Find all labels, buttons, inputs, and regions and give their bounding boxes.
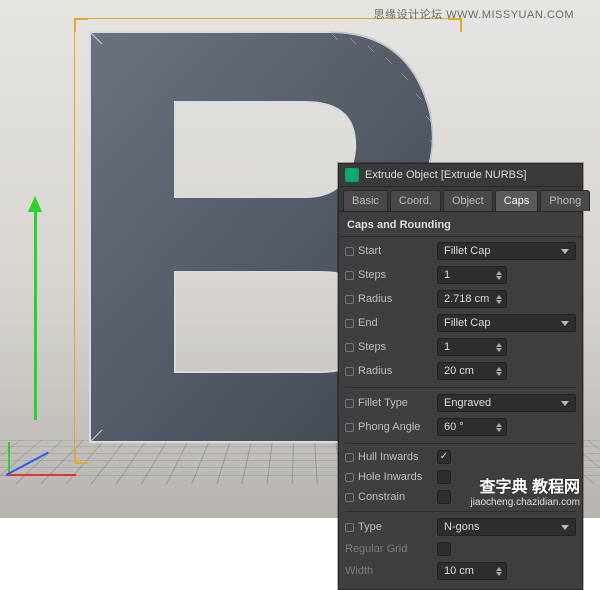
label-hole-inwards: Hole Inwards: [345, 471, 431, 483]
select-type[interactable]: N-gons: [437, 518, 576, 536]
label-steps1: Steps: [345, 269, 431, 281]
label-phong-angle: Phong Angle: [345, 421, 431, 433]
label-hull-inwards: Hull Inwards: [345, 451, 431, 463]
checkbox-regular-grid[interactable]: [437, 542, 451, 556]
label-steps2: Steps: [345, 341, 431, 353]
label-start: Start: [345, 245, 431, 257]
chevron-down-icon: [561, 321, 569, 326]
axis-y-arrow-icon: [34, 210, 37, 420]
chevron-down-icon: [561, 525, 569, 530]
label-fillet-type: Fillet Type: [345, 397, 431, 409]
checkbox-constrain[interactable]: [437, 490, 451, 504]
watermark-bottom: 查字典 教程网 jiaocheng.chazidian.com: [470, 473, 580, 508]
label-regular-grid: Regular Grid: [345, 543, 431, 555]
selection-bbox: [74, 32, 75, 450]
input-radius2[interactable]: 20 cm: [437, 362, 507, 380]
select-end[interactable]: Fillet Cap: [437, 314, 576, 332]
input-steps2[interactable]: 1: [437, 338, 507, 356]
tab-caps[interactable]: Caps: [495, 190, 539, 211]
input-radius1[interactable]: 2.718 cm: [437, 290, 507, 308]
section-title: Caps and Rounding: [339, 212, 582, 237]
watermark-top: 思缘设计论坛 WWW.MISSYUAN.COM: [374, 6, 574, 22]
label-radius2: Radius: [345, 365, 431, 377]
panel-title: Extrude Object [Extrude NURBS]: [365, 169, 526, 181]
checkbox-hull-inwards[interactable]: [437, 450, 451, 464]
select-fillet-type[interactable]: Engraved: [437, 394, 576, 412]
input-phong-angle[interactable]: 60 °: [437, 418, 507, 436]
label-end: End: [345, 317, 431, 329]
input-steps1[interactable]: 1: [437, 266, 507, 284]
input-width[interactable]: 10 cm: [437, 562, 507, 580]
tabs: Basic Coord. Object Caps Phong: [339, 187, 582, 212]
tab-coord[interactable]: Coord.: [390, 190, 441, 211]
extrude-object-icon: [345, 168, 359, 182]
label-radius1: Radius: [345, 293, 431, 305]
selection-corner-icon: [74, 450, 88, 464]
label-type: Type: [345, 521, 431, 533]
attributes-panel: Extrude Object [Extrude NURBS] Basic Coo…: [338, 163, 583, 590]
tab-object[interactable]: Object: [443, 190, 493, 211]
label-width: Width: [345, 565, 431, 577]
tab-basic[interactable]: Basic: [343, 190, 388, 211]
label-constrain: Constrain: [345, 491, 431, 503]
checkbox-hole-inwards[interactable]: [437, 470, 451, 484]
select-start[interactable]: Fillet Cap: [437, 242, 576, 260]
chevron-down-icon: [561, 401, 569, 406]
chevron-down-icon: [561, 249, 569, 254]
panel-header: Extrude Object [Extrude NURBS]: [339, 164, 582, 187]
tab-phong[interactable]: Phong: [540, 190, 590, 211]
